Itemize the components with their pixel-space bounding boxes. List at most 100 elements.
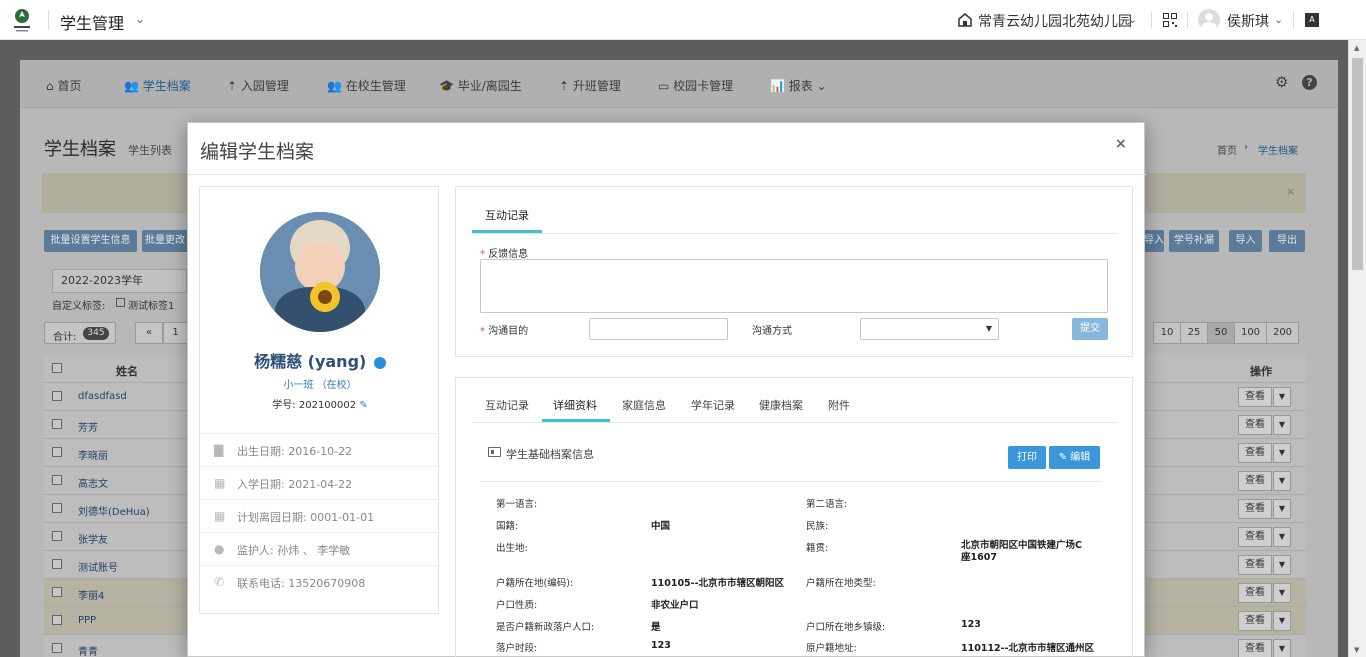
nav-graduates[interactable]: 🎓 毕业/离园生 bbox=[439, 77, 522, 94]
avatar[interactable] bbox=[1198, 9, 1220, 31]
field-label: 第二语言: bbox=[806, 499, 848, 510]
detail-card: 互动记录 详细资料 家庭信息 学年记录 健康档案 附件 学生基础档案信息 打印 … bbox=[455, 377, 1133, 657]
school-selector[interactable]: 常青云幼儿园北苑幼儿园 bbox=[978, 11, 1132, 31]
divider bbox=[1151, 11, 1152, 29]
view-button[interactable]: 查看 bbox=[1238, 499, 1272, 519]
close-icon[interactable]: × bbox=[1115, 136, 1127, 152]
page-prev[interactable]: « bbox=[135, 322, 163, 344]
export-button[interactable]: 导出 bbox=[1269, 230, 1305, 252]
breadcrumb-sep: › bbox=[1244, 142, 1248, 153]
page-size-200[interactable]: 200 bbox=[1266, 322, 1299, 344]
table-row[interactable]: PPP bbox=[44, 607, 194, 635]
select-all-checkbox[interactable] bbox=[52, 363, 62, 373]
view-button[interactable]: 查看 bbox=[1238, 555, 1272, 575]
submit-button[interactable]: 提交 bbox=[1072, 318, 1108, 340]
scrollbar-thumb[interactable] bbox=[1352, 58, 1363, 270]
caret-down-icon[interactable]: ▼ bbox=[1273, 443, 1291, 463]
view-button[interactable]: 查看 bbox=[1238, 583, 1272, 603]
batch-set-button[interactable]: 批量设置学生信息 bbox=[44, 230, 137, 252]
caret-down-icon[interactable]: ▼ bbox=[1273, 471, 1291, 491]
tab-interaction[interactable]: 互动记录 bbox=[485, 207, 529, 223]
view-button[interactable]: 查看 bbox=[1238, 611, 1272, 631]
table-row[interactable]: 测试账号 bbox=[44, 551, 194, 579]
feedback-textarea[interactable] bbox=[480, 259, 1108, 313]
table-row[interactable]: 张学友 bbox=[44, 523, 194, 551]
school-logo[interactable] bbox=[10, 8, 34, 34]
tag-option[interactable]: 测试标签1 bbox=[128, 297, 174, 312]
field-value: 北京市朝阳区中国铁建广场C座1607 bbox=[961, 540, 1082, 563]
page-1[interactable]: 1 bbox=[163, 322, 188, 344]
tab-health[interactable]: 健康档案 bbox=[759, 397, 803, 413]
nav-current-students[interactable]: 👥 在校生管理 bbox=[327, 77, 406, 94]
view-button[interactable]: 查看 bbox=[1238, 639, 1272, 657]
action-column: 操作 查看 ▼ 查看 ▼ 查看 ▼ 查看 ▼ 查看 ▼ 查看 ▼ 查看 ▼ 查看 ▼ 查看 ▼ 查… bbox=[1146, 355, 1306, 657]
caret-down-icon[interactable]: ▼ bbox=[1273, 555, 1291, 575]
nav-home[interactable]: ⌂ 首页 bbox=[46, 77, 81, 94]
chevron-down-icon[interactable]: ⌄ bbox=[135, 12, 145, 26]
leave-row: ▦ 计划离园日期: 0001-01-01 bbox=[200, 499, 438, 532]
view-button[interactable]: 查看 bbox=[1238, 527, 1272, 547]
caret-down-icon[interactable]: ▼ bbox=[1273, 583, 1291, 603]
nav-campus-card[interactable]: ▭ 校园卡管理 bbox=[658, 77, 733, 94]
caret-down-icon[interactable]: ▼ bbox=[1273, 639, 1291, 657]
chevron-down-icon[interactable]: ⌄ bbox=[1274, 13, 1283, 26]
field-label: 民族: bbox=[806, 521, 829, 532]
user-name[interactable]: 侯斯琪 bbox=[1227, 11, 1269, 31]
nav-student-records[interactable]: 👥 学生档案 bbox=[124, 77, 191, 94]
year-select[interactable]: 2022-2023学年 bbox=[52, 269, 187, 293]
purpose-input[interactable] bbox=[589, 318, 728, 340]
view-button[interactable]: 查看 bbox=[1238, 443, 1272, 463]
tab-interaction-records[interactable]: 互动记录 bbox=[485, 397, 529, 413]
page-size-10[interactable]: 10 bbox=[1153, 322, 1181, 344]
table-row[interactable]: dfasdfasd bbox=[44, 383, 194, 411]
table-row[interactable]: 李丽4 bbox=[44, 579, 194, 607]
caret-down-icon[interactable]: ▼ bbox=[1273, 499, 1291, 519]
tab-details[interactable]: 详细资料 bbox=[553, 397, 597, 413]
caret-down-icon[interactable]: ▼ bbox=[1273, 387, 1291, 407]
tab-school-year[interactable]: 学年记录 bbox=[691, 397, 735, 413]
qrcode-icon[interactable] bbox=[1163, 13, 1177, 27]
table-row[interactable]: 芳芳 bbox=[44, 411, 194, 439]
breadcrumb-home[interactable]: 首页 bbox=[1217, 142, 1237, 157]
page-size-50[interactable]: 50 bbox=[1207, 322, 1235, 344]
table-row[interactable]: 刘德华(DeHua) bbox=[44, 495, 194, 523]
view-button[interactable]: 查看 bbox=[1238, 415, 1272, 435]
close-icon[interactable]: × bbox=[1286, 185, 1295, 198]
gear-icon[interactable]: ⚙ bbox=[1275, 73, 1288, 91]
tag-checkbox[interactable] bbox=[116, 298, 125, 307]
table-row[interactable]: 青青 bbox=[44, 635, 194, 657]
import-button[interactable]: 导入 bbox=[1229, 230, 1262, 252]
tab-attachments[interactable]: 附件 bbox=[828, 397, 850, 413]
caret-down-icon[interactable]: ▼ bbox=[1273, 415, 1291, 435]
nav-promotion[interactable]: ⇡ 升班管理 bbox=[559, 77, 621, 94]
table-row[interactable]: 高志文 bbox=[44, 467, 194, 495]
view-button[interactable]: 查看 bbox=[1238, 387, 1272, 407]
edit-button[interactable]: ✎ 编辑 bbox=[1049, 446, 1100, 469]
method-select[interactable]: ▼ bbox=[860, 318, 999, 340]
caret-down-icon[interactable]: ▼ bbox=[1273, 611, 1291, 631]
student-no-button[interactable]: 学号补漏 bbox=[1169, 230, 1219, 252]
print-button[interactable]: 打印 bbox=[1008, 446, 1046, 469]
calendar-icon: ▦ bbox=[214, 509, 226, 523]
feedback-card: 互动记录 * 反馈信息 * 沟通目的 沟通方式 ▼ 提交 bbox=[455, 186, 1133, 357]
view-button[interactable]: 查看 bbox=[1238, 471, 1272, 491]
tab-family[interactable]: 家庭信息 bbox=[622, 397, 666, 413]
field-label: 落户时段: bbox=[496, 643, 538, 654]
student-number: 学号: 202100002 ✎ bbox=[272, 400, 368, 411]
page-size-100[interactable]: 100 bbox=[1234, 322, 1267, 344]
pencil-icon[interactable]: ✎ bbox=[359, 400, 367, 411]
field-value: 110112--北京市市辖区通州区 bbox=[961, 643, 1095, 654]
chevron-down-icon[interactable]: ⌄ bbox=[1128, 13, 1137, 26]
page-scrollbar[interactable]: ▲ ▼ bbox=[1348, 40, 1366, 657]
app-title[interactable]: 学生管理 bbox=[60, 10, 124, 34]
page-size-25[interactable]: 25 bbox=[1180, 322, 1208, 344]
import-button-partial[interactable]: 导入 bbox=[1144, 230, 1164, 252]
caret-down-icon[interactable]: ▼ bbox=[1273, 527, 1291, 547]
nav-reports[interactable]: 📊 报表 ⌄ bbox=[770, 77, 827, 94]
help-icon[interactable]: ? bbox=[1302, 75, 1317, 90]
field-label: 国籍: bbox=[496, 521, 519, 532]
batch-change-button[interactable]: 批量更改 bbox=[142, 230, 188, 252]
nav-admission[interactable]: ⇡ 入园管理 bbox=[227, 77, 289, 94]
table-row[interactable]: 李晓丽 bbox=[44, 439, 194, 467]
font-size-icon[interactable]: A bbox=[1305, 13, 1319, 27]
